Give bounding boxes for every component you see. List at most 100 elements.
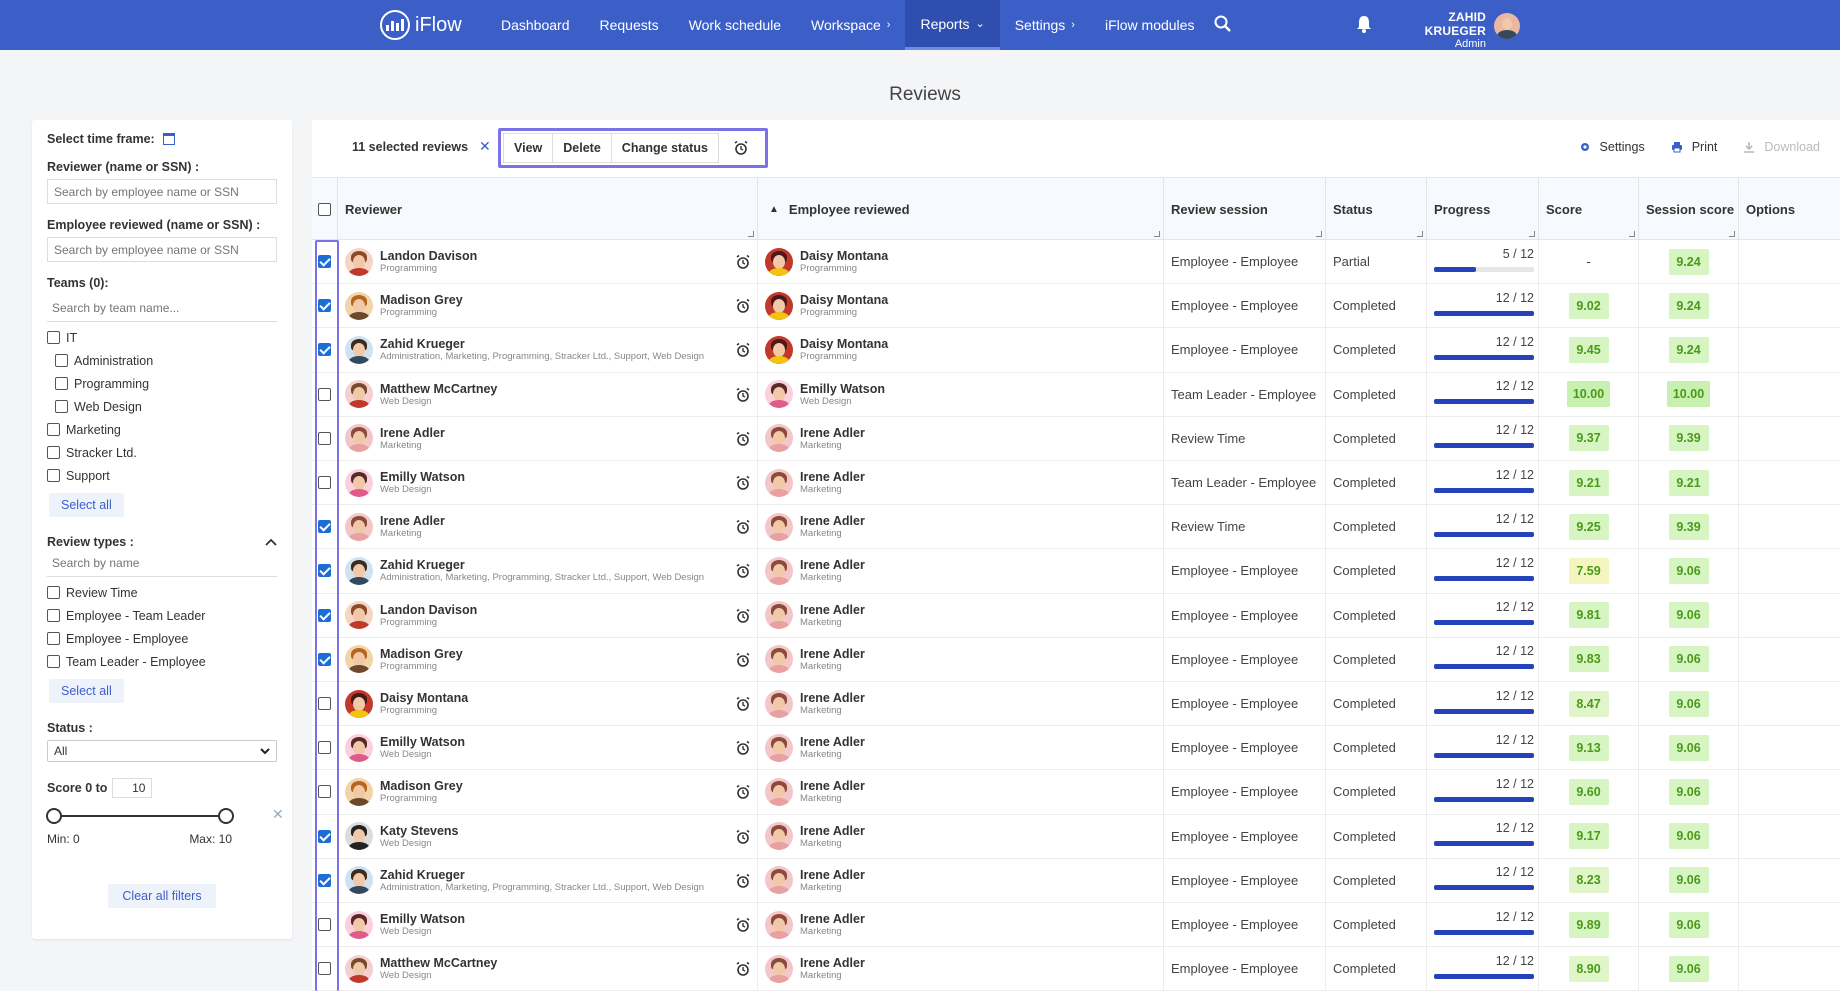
employee[interactable]: Irene Adler Marketing: [758, 556, 865, 585]
employee[interactable]: Irene Adler Marketing: [758, 733, 865, 762]
team-option[interactable]: Stracker Ltd.: [47, 441, 277, 464]
column-session-score[interactable]: Session score: [1639, 178, 1739, 240]
row-checkbox[interactable]: [318, 564, 331, 578]
status-select[interactable]: All: [47, 740, 277, 762]
table-row[interactable]: Matthew McCartney Web Design Emilly Watson…: [312, 372, 1840, 417]
chevron-up-icon[interactable]: [265, 538, 277, 546]
score-max-input[interactable]: 10: [112, 778, 153, 798]
nav-dashboard[interactable]: Dashboard: [486, 0, 585, 50]
alarm-clock-icon[interactable]: [735, 829, 751, 845]
team-option[interactable]: Programming: [47, 372, 277, 395]
alarm-clock-icon[interactable]: [735, 652, 751, 668]
options-cell[interactable]: [1739, 947, 1839, 990]
row-checkbox[interactable]: [318, 962, 331, 976]
alarm-clock-icon[interactable]: [735, 917, 751, 933]
alarm-clock-icon[interactable]: [735, 431, 751, 447]
employee[interactable]: Irene Adler Marketing: [758, 645, 865, 674]
reviewer[interactable]: Irene Adler Marketing: [338, 424, 445, 453]
reviewer[interactable]: Emilly Watson Web Design: [338, 910, 465, 939]
row-checkbox[interactable]: [318, 918, 331, 932]
alarm-clock-icon[interactable]: [735, 608, 751, 624]
iflow-logo[interactable]: iFlow: [380, 10, 462, 40]
alarm-clock-icon[interactable]: [735, 696, 751, 712]
review-type-option[interactable]: Review Time: [47, 581, 277, 604]
select-all-checkbox[interactable]: [318, 202, 331, 216]
score-min-handle[interactable]: [46, 808, 62, 824]
checkbox[interactable]: [47, 331, 60, 344]
employee[interactable]: Irene Adler Marketing: [758, 954, 865, 983]
clear-score-icon[interactable]: ✕: [272, 806, 284, 823]
reviewer-search-input[interactable]: [47, 179, 277, 204]
options-cell[interactable]: [1739, 240, 1839, 283]
table-row[interactable]: Emilly Watson Web Design Irene Adler Market…: [312, 903, 1840, 948]
employee[interactable]: Irene Adler Marketing: [758, 910, 865, 939]
reviewer[interactable]: Katy Stevens Web Design: [338, 822, 459, 851]
employee[interactable]: Irene Adler Marketing: [758, 601, 865, 630]
table-row[interactable]: Daisy Montana Programming Irene Adler Marke…: [312, 682, 1840, 727]
nav-work-schedule[interactable]: Work schedule: [674, 0, 796, 50]
view-button[interactable]: View: [503, 133, 554, 163]
checkbox[interactable]: [55, 400, 68, 413]
employee[interactable]: Irene Adler Marketing: [758, 822, 865, 851]
row-checkbox[interactable]: [318, 431, 331, 445]
alarm-clock-icon[interactable]: [735, 387, 751, 403]
column-progress[interactable]: Progress: [1427, 178, 1539, 240]
user-avatar[interactable]: [1494, 13, 1520, 39]
sort-ascending-icon[interactable]: ▲: [769, 204, 779, 215]
team-option[interactable]: IT: [47, 326, 277, 349]
user-menu[interactable]: ZAHID KRUEGER Admin: [1384, 10, 1486, 50]
nav-settings[interactable]: Settings ›: [1000, 0, 1090, 50]
reviewer[interactable]: Daisy Montana Programming: [338, 689, 468, 718]
table-row[interactable]: Madison Grey Programming Irene Adler Market…: [312, 770, 1840, 815]
table-row[interactable]: Zahid Krueger Administration, Marketing, …: [312, 858, 1840, 903]
options-cell[interactable]: [1739, 903, 1839, 946]
options-cell[interactable]: [1739, 859, 1839, 902]
checkbox[interactable]: [47, 586, 60, 599]
table-row[interactable]: Landon Davison Programming Daisy Montana Pr…: [312, 240, 1840, 285]
table-row[interactable]: Zahid Krueger Administration, Marketing, …: [312, 328, 1840, 373]
delete-button[interactable]: Delete: [552, 133, 612, 163]
reviewer[interactable]: Madison Grey Programming: [338, 645, 463, 674]
options-cell[interactable]: [1739, 594, 1839, 637]
checkbox[interactable]: [47, 609, 60, 622]
table-row[interactable]: Irene Adler Marketing Irene Adler Marketing…: [312, 416, 1840, 461]
row-checkbox[interactable]: [318, 387, 331, 401]
score-max-handle[interactable]: [218, 808, 234, 824]
row-checkbox[interactable]: [318, 652, 331, 666]
row-checkbox[interactable]: [318, 829, 331, 843]
column-review-session[interactable]: Review session: [1164, 178, 1326, 240]
row-checkbox[interactable]: [318, 873, 331, 887]
reviewer[interactable]: Emilly Watson Web Design: [338, 468, 465, 497]
nav-requests[interactable]: Requests: [585, 0, 674, 50]
alarm-clock-icon[interactable]: [735, 740, 751, 756]
alarm-clock-icon[interactable]: [735, 298, 751, 314]
clear-filters-button[interactable]: Clear all filters: [108, 884, 216, 908]
review-type-option[interactable]: Employee - Employee: [47, 627, 277, 650]
employee[interactable]: Irene Adler Marketing: [758, 777, 865, 806]
employee[interactable]: Irene Adler Marketing: [758, 468, 865, 497]
employee[interactable]: Daisy Montana Programming: [758, 291, 888, 320]
reviewer[interactable]: Madison Grey Programming: [338, 291, 463, 320]
search-icon[interactable]: [1213, 14, 1233, 34]
settings-button[interactable]: Settings: [1579, 140, 1645, 154]
change-status-button[interactable]: Change status: [610, 133, 719, 163]
print-button[interactable]: Print: [1671, 140, 1717, 154]
review-type-search-input[interactable]: [47, 554, 277, 577]
checkbox[interactable]: [47, 423, 60, 436]
reviewer[interactable]: Zahid Krueger Administration, Marketing, …: [338, 866, 704, 895]
options-cell[interactable]: [1739, 461, 1839, 504]
row-checkbox[interactable]: [318, 697, 331, 711]
reviewer[interactable]: Matthew McCartney Web Design: [338, 954, 497, 983]
employee[interactable]: Irene Adler Marketing: [758, 512, 865, 541]
column-reviewer[interactable]: Reviewer: [338, 178, 758, 240]
options-cell[interactable]: [1739, 726, 1839, 769]
options-cell[interactable]: [1739, 682, 1839, 725]
checkbox[interactable]: [47, 655, 60, 668]
column-employee-reviewed[interactable]: ▲ Employee reviewed: [758, 178, 1164, 240]
checkbox[interactable]: [55, 377, 68, 390]
table-row[interactable]: Katy Stevens Web Design Irene Adler Marketi…: [312, 814, 1840, 859]
column-score[interactable]: Score: [1539, 178, 1639, 240]
row-checkbox[interactable]: [318, 255, 331, 269]
alarm-clock-icon[interactable]: [733, 140, 749, 156]
row-checkbox[interactable]: [318, 476, 331, 490]
